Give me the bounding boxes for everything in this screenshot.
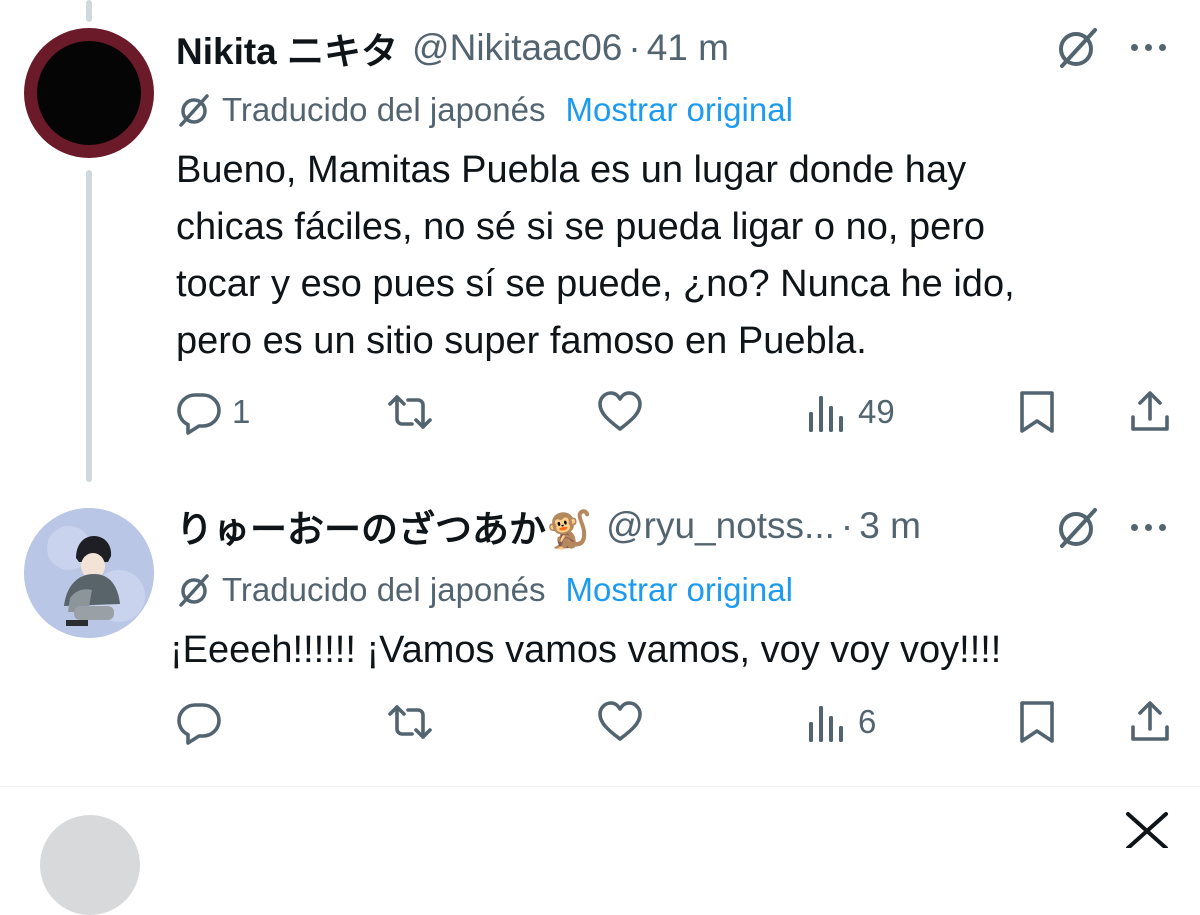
divider [0, 786, 1200, 787]
views-button[interactable]: 49 [806, 384, 895, 440]
bookmark-icon [1020, 701, 1054, 743]
tweet-text-line: tocar y eso pues sí se puede, ¿no? Nunca… [176, 263, 1015, 305]
user-handle[interactable]: @ryu_notss... [606, 505, 835, 547]
share-icon [1131, 701, 1169, 741]
reply-icon [177, 703, 221, 745]
show-original-link[interactable]: Mostrar original [566, 571, 793, 609]
reply-button[interactable]: 1 [176, 384, 250, 440]
like-icon [598, 701, 642, 741]
reply-icon [177, 393, 221, 435]
tweet-header: Nikita ニキタ @Nikitaac06 · 41 m [176, 22, 729, 74]
retweet-button[interactable] [384, 694, 436, 750]
more-icon[interactable] [1131, 44, 1166, 51]
translation-row: Traducido del japonés Mostrar original [176, 566, 793, 614]
retweet-icon [388, 395, 432, 429]
thread-line [86, 170, 92, 482]
show-original-link[interactable]: Mostrar original [566, 91, 793, 129]
separator-dot: · [840, 505, 854, 546]
views-count: 49 [858, 393, 895, 430]
translation-row: Traducido del japonés Mostrar original [176, 86, 793, 134]
views-icon [809, 706, 843, 742]
tweet-text-line: chicas fáciles, no sé si se pueda ligar … [176, 206, 986, 248]
like-icon [598, 391, 642, 431]
views-icon [809, 396, 843, 432]
like-button[interactable] [596, 694, 644, 750]
avatar[interactable] [24, 28, 154, 158]
timestamp[interactable]: 3 m [859, 505, 921, 547]
translate-icon [179, 574, 209, 607]
share-button[interactable] [1128, 694, 1172, 750]
display-name[interactable]: りゅーおーのざつあか🐒 [176, 499, 592, 553]
views-button[interactable]: 6 [806, 694, 876, 750]
translation-label: Traducido del japonés [222, 571, 546, 608]
separator-dot: · [628, 27, 641, 68]
reply-button[interactable] [176, 694, 232, 750]
tweet-text-line: pero es un sitio super famoso en Puebla. [176, 320, 867, 362]
views-count: 6 [858, 703, 877, 740]
like-button[interactable] [596, 384, 644, 440]
display-name[interactable]: Nikita ニキタ [176, 21, 398, 75]
bookmark-icon [1020, 391, 1054, 433]
more-icon[interactable] [1131, 524, 1166, 531]
share-button[interactable] [1128, 384, 1172, 440]
translation-label: Traducido del japonés [222, 91, 546, 128]
bookmark-button[interactable] [1016, 384, 1058, 440]
user-handle[interactable]: @Nikitaac06 [412, 27, 622, 69]
retweet-button[interactable] [384, 384, 436, 440]
share-icon [1131, 391, 1169, 431]
avatar[interactable] [40, 815, 140, 915]
tweet-actions: 6 [176, 694, 1176, 750]
translate-icon [179, 94, 209, 127]
grok-icon[interactable] [1054, 504, 1102, 557]
thread-line [86, 0, 92, 22]
tweet-text: Bueno, Mamitas Puebla es un lugar donde … [176, 142, 1166, 370]
avatar[interactable] [24, 508, 154, 638]
reply-count: 1 [232, 393, 251, 430]
timestamp[interactable]: 41 m [647, 27, 729, 69]
retweet-icon [388, 705, 432, 739]
tweet-text-line: ¡Eeeeh!!!!!! ¡Vamos vamos vamos, voy voy… [170, 629, 1002, 671]
tweet-text: ¡Eeeeh!!!!!! ¡Vamos vamos vamos, voy voy… [170, 622, 1160, 679]
bookmark-button[interactable] [1016, 694, 1058, 750]
tweet-text-line: Bueno, Mamitas Puebla es un lugar donde … [176, 149, 967, 191]
grok-icon[interactable] [1054, 24, 1102, 77]
tweet-actions: 1 49 [176, 384, 1176, 440]
close-icon[interactable] [1122, 808, 1172, 853]
tweet-header: りゅーおーのざつあか🐒 @ryu_notss... · 3 m [176, 500, 921, 552]
